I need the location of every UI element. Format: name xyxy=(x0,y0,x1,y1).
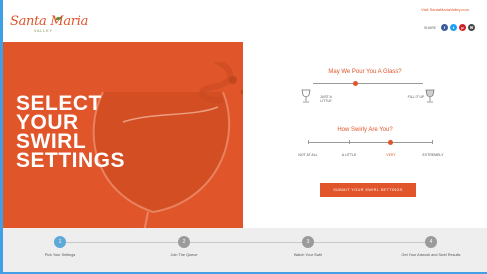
swirl-slider-handle[interactable] xyxy=(388,140,393,145)
swirl-slider-track[interactable] xyxy=(308,142,433,143)
logo[interactable]: Santa Maria VALLEY xyxy=(10,14,88,38)
logo-script: Santa Maria xyxy=(10,14,89,29)
step-number: 3 xyxy=(302,236,314,248)
full-glass-icon xyxy=(425,89,435,103)
visit-site-link[interactable]: Visit SantaMariaValley.com xyxy=(421,7,469,12)
header: Visit SantaMariaValley.com Santa Maria V… xyxy=(3,0,487,42)
app-frame: Visit SantaMariaValley.com Santa Maria V… xyxy=(0,0,487,274)
step-label: Pick Your Settings xyxy=(44,253,76,257)
pour-max-label: FILL IT UP xyxy=(407,95,425,99)
step-number: 1 xyxy=(54,236,66,248)
progress-steps: 1 Pick Your Settings 2 Join The Queue 3 … xyxy=(3,228,487,272)
step-label: Get Your Artwork and Swirl Results xyxy=(401,253,461,257)
step-number: 4 xyxy=(425,236,437,248)
leaf-icon xyxy=(56,17,61,20)
pour-question: May We Pour You A Glass? xyxy=(328,69,402,75)
step-pick-settings: 1 Pick Your Settings xyxy=(30,236,90,258)
steps-connector xyxy=(58,242,432,243)
swirl-tick xyxy=(349,140,350,144)
swirl-tick xyxy=(432,140,433,144)
pinterest-icon[interactable]: p xyxy=(459,24,466,31)
email-icon[interactable]: ✉ xyxy=(468,24,475,31)
pour-slider-track[interactable] xyxy=(313,83,423,84)
swirl-question: How Swirly Are You? xyxy=(337,127,393,133)
step-number: 2 xyxy=(178,236,190,248)
step-label: Watch Your Swirl xyxy=(293,253,323,257)
hero-panel: SELECT YOUR SWIRL SETTINGS xyxy=(3,42,243,228)
logo-subtitle: VALLEY xyxy=(34,29,53,33)
pour-min-label: JUST A LITTLE xyxy=(320,95,332,103)
step-get-artwork: 4 Get Your Artwork and Swirl Results xyxy=(401,236,461,258)
swirl-option[interactable]: NOT AT ALL xyxy=(298,153,318,157)
step-watch-swirl: 3 Watch Your Swirl xyxy=(278,236,338,258)
submit-button[interactable]: SUBMIT YOUR SWIRL SETTINGS xyxy=(320,183,416,197)
share-label: SHARE xyxy=(423,25,436,30)
step-label: Join The Queue xyxy=(170,253,198,257)
swirl-option[interactable]: A LITTLE xyxy=(339,153,359,157)
share-bar: SHARE f t p ✉ xyxy=(424,24,475,31)
swirl-option-selected[interactable]: VERY xyxy=(381,153,401,157)
hero-title: SELECT YOUR SWIRL SETTINGS xyxy=(16,93,126,172)
hero-title-line: SETTINGS xyxy=(16,149,126,172)
settings-panel: May We Pour You A Glass? JUST A LITTLE F… xyxy=(243,42,487,228)
empty-glass-icon xyxy=(301,89,311,103)
swirl-tick xyxy=(308,140,309,144)
step-join-queue: 2 Join The Queue xyxy=(154,236,214,258)
swirl-option[interactable]: EXTREMELY xyxy=(420,153,446,157)
twitter-icon[interactable]: t xyxy=(450,24,457,31)
facebook-icon[interactable]: f xyxy=(441,24,448,31)
pour-slider-handle[interactable] xyxy=(353,81,358,86)
